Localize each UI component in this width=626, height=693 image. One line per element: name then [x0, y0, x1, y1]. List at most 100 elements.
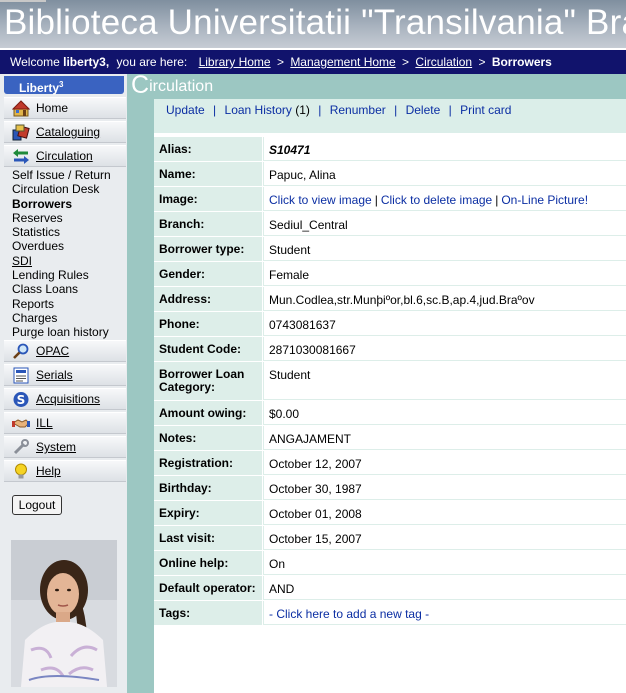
- detail-label: Gender:: [154, 262, 262, 286]
- sidebar-item-ill[interactable]: ILL: [4, 412, 126, 434]
- detail-label: Tags:: [154, 601, 262, 625]
- sidebar-item-label: ILL: [36, 416, 53, 430]
- home-icon: [12, 100, 30, 117]
- update-link[interactable]: Update: [166, 103, 205, 117]
- welcome-prefix: Welcome: [10, 55, 60, 69]
- detail-value-address: Mun.Codlea,str.Munþiºor,bl.6,sc.B,ap.4,j…: [263, 287, 626, 311]
- borrower-actions: Update | Loan History (1) | Renumber | D…: [154, 99, 626, 133]
- crumb-management-home[interactable]: Management Home: [290, 55, 395, 69]
- detail-row-student-code: Student Code: 2871030081667: [154, 337, 626, 362]
- wrench-icon: [13, 439, 29, 455]
- sidebar-item-help[interactable]: Help: [4, 460, 126, 482]
- sidebar-item-system[interactable]: System: [4, 436, 126, 458]
- detail-value-amount-owing: $0.00: [263, 401, 626, 425]
- dollar-icon: S: [13, 392, 29, 407]
- detail-row-gender: Gender: Female: [154, 262, 626, 287]
- print-card-link[interactable]: Print card: [460, 103, 511, 117]
- sidebar-item-label: OPAC: [36, 344, 70, 358]
- crumb-library-home[interactable]: Library Home: [199, 55, 271, 69]
- sidebar-item-label: Serials: [36, 368, 73, 382]
- detail-label: Phone:: [154, 312, 262, 336]
- detail-row-image: Image: Click to view image | Click to dele…: [154, 187, 626, 212]
- detail-row-borrower-type: Borrower type: Student: [154, 237, 626, 262]
- detail-row-online-help: Online help: On: [154, 551, 626, 576]
- submenu-reports[interactable]: Reports: [12, 297, 127, 311]
- detail-row-amount-owing: Amount owing: $0.00: [154, 401, 626, 426]
- image-link-separator: |: [495, 193, 499, 207]
- sidebar-item-label: Home: [36, 101, 69, 115]
- detail-label: Borrower Loan Category:: [154, 362, 262, 400]
- detail-label: Address:: [154, 287, 262, 311]
- crumb-separator: >: [276, 55, 284, 69]
- sidebar-item-cataloguing[interactable]: Cataloguing: [4, 121, 126, 143]
- submenu-charges[interactable]: Charges: [12, 311, 127, 325]
- detail-label: Branch:: [154, 212, 262, 236]
- online-picture-link[interactable]: On-Line Picture!: [501, 193, 588, 207]
- loan-history-link[interactable]: Loan History: [225, 103, 292, 117]
- action-separator: |: [213, 103, 217, 117]
- sidebar-item-serials[interactable]: Serials: [4, 364, 126, 386]
- detail-row-birthday: Birthday: October 30, 1987: [154, 476, 626, 501]
- sidebar-item-acquisitions[interactable]: S Acquisitions: [4, 388, 126, 410]
- detail-value-default-operator: AND: [263, 576, 626, 600]
- sidebar-item-circulation[interactable]: Circulation: [4, 145, 126, 167]
- svg-text:S: S: [17, 393, 26, 407]
- submenu-lending-rules[interactable]: Lending Rules: [12, 268, 127, 282]
- sidebar-item-home[interactable]: Home: [4, 97, 126, 119]
- brand-name: Liberty: [19, 81, 60, 95]
- submenu-purge-loan-history[interactable]: Purge loan history: [12, 325, 127, 339]
- crumb-circulation[interactable]: Circulation: [415, 55, 472, 69]
- sidebar-item-opac[interactable]: OPAC: [4, 340, 126, 362]
- detail-label: Birthday:: [154, 476, 262, 500]
- sidebar-item-label: System: [36, 440, 77, 454]
- sidebar-item-label: Acquisitions: [36, 392, 101, 406]
- detail-value-last-visit: October 15, 2007: [263, 526, 626, 550]
- detail-value-birthday: October 30, 1987: [263, 476, 626, 500]
- detail-row-notes: Notes: ANGAJAMENT: [154, 426, 626, 451]
- detail-label: Default operator:: [154, 576, 262, 600]
- borrower-details: Alias: S10471 Name: Papuc, Alina Image: …: [154, 137, 626, 626]
- detail-row-alias: Alias: S10471: [154, 137, 626, 162]
- detail-value-image: Click to view image | Click to delete imag…: [263, 187, 626, 211]
- detail-label: Alias:: [154, 137, 262, 161]
- detail-value-alias: S10471: [263, 137, 626, 161]
- detail-label: Registration:: [154, 451, 262, 475]
- crumb-separator: >: [478, 55, 486, 69]
- submenu-sdi[interactable]: SDI: [12, 254, 127, 268]
- detail-row-branch: Branch: Sediul_Central: [154, 212, 626, 237]
- detail-row-address: Address: Mun.Codlea,str.Munþiºor,bl.6,sc…: [154, 287, 626, 312]
- submenu-circulation-desk[interactable]: Circulation Desk: [12, 182, 127, 196]
- submenu-class-loans[interactable]: Class Loans: [12, 282, 127, 296]
- crumb-separator: >: [402, 55, 410, 69]
- submenu-borrowers[interactable]: Borrowers: [12, 197, 127, 211]
- sidebar: Liberty3 Home Cataloguing Circulation Se…: [0, 74, 127, 693]
- detail-value-branch: Sediul_Central: [263, 212, 626, 236]
- submenu-self-issue[interactable]: Self Issue / Return: [12, 168, 127, 182]
- delete-image-link[interactable]: Click to delete image: [381, 193, 492, 207]
- crumb-current: Borrowers: [491, 55, 552, 69]
- handshake-icon: [12, 419, 30, 428]
- renumber-link[interactable]: Renumber: [330, 103, 386, 117]
- add-tag-link[interactable]: - Click here to add a new tag -: [269, 607, 429, 621]
- detail-value-student-code: 2871030081667: [263, 337, 626, 361]
- detail-label: Notes:: [154, 426, 262, 450]
- submenu-reserves[interactable]: Reserves: [12, 211, 127, 225]
- submenu-statistics[interactable]: Statistics: [12, 225, 127, 239]
- delete-link[interactable]: Delete: [406, 103, 441, 117]
- circulation-submenu: Self Issue / Return Circulation Desk Bor…: [12, 168, 127, 340]
- borrower-photo: [11, 540, 117, 687]
- detail-value-registration: October 12, 2007: [263, 451, 626, 475]
- view-image-link[interactable]: Click to view image: [269, 193, 372, 207]
- section-title-rest: irculation: [149, 78, 214, 95]
- books-icon: [12, 124, 30, 141]
- detail-label: Online help:: [154, 551, 262, 575]
- header-banner: Biblioteca Universitatii "Transilvania" …: [0, 0, 626, 48]
- logout-button[interactable]: Logout: [12, 495, 62, 515]
- submenu-overdues[interactable]: Overdues: [12, 239, 127, 253]
- detail-value-loan-category: Student: [263, 362, 626, 400]
- detail-value-online-help: On: [263, 551, 626, 575]
- detail-label: Name:: [154, 162, 262, 186]
- detail-value-phone: 0743081637: [263, 312, 626, 336]
- borrower-photo-image: [11, 540, 117, 687]
- detail-row-default-operator: Default operator: AND: [154, 576, 626, 601]
